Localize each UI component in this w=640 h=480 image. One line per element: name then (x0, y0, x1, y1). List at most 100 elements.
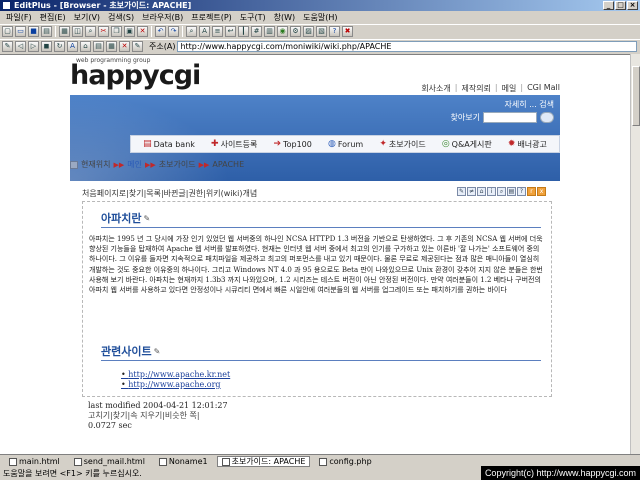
menu-file[interactable]: 파일(F) (2, 12, 36, 23)
xml-icon[interactable]: x (537, 187, 546, 196)
tab-main-html[interactable]: main.html (4, 456, 65, 467)
menu-view[interactable]: 보기(V) (70, 12, 104, 23)
delete-icon[interactable]: ✕ (137, 26, 148, 37)
menu-edit[interactable]: 편집(E) (36, 12, 70, 23)
location-icon (70, 160, 78, 169)
banner-tools[interactable]: 자세히 ... 검색 (504, 99, 554, 110)
site-logo[interactable]: happycgi (70, 61, 201, 91)
cut-icon[interactable]: ✂ (98, 26, 109, 37)
scrollbar-thumb[interactable] (632, 66, 640, 126)
edit-section-icon[interactable]: ✎ (154, 347, 161, 356)
breadcrumb-home[interactable]: 메인 (127, 159, 142, 170)
nav-forum[interactable]: ◍ Forum (328, 139, 363, 149)
tab-noname1[interactable]: Noname1 (154, 456, 213, 467)
window-titlebar[interactable]: EditPlus - [Browser - 초보가이드: APACHE] _ □… (0, 0, 640, 11)
edit-icon[interactable]: ✎ (457, 187, 466, 196)
paste-icon[interactable]: ▣ (124, 26, 135, 37)
vertical-scrollbar[interactable] (630, 54, 640, 454)
nav-top100[interactable]: ➔ Top100 (274, 139, 312, 149)
tab-config-php[interactable]: config.php (314, 456, 376, 467)
breadcrumb-section[interactable]: 초보가이드 (159, 159, 196, 170)
edit-source-icon[interactable]: ✎ (132, 41, 143, 52)
back-icon[interactable]: ◁ (15, 41, 26, 52)
breadcrumb-arrow-icon: ▶▶ (144, 160, 156, 169)
indent-icon[interactable]: ≡ (212, 26, 223, 37)
address-input[interactable] (177, 41, 638, 52)
menu-window[interactable]: 창(W) (270, 12, 300, 23)
toplink-mail[interactable]: 메일 (502, 83, 517, 94)
close-browser-icon[interactable]: ✕ (119, 41, 130, 52)
stop-icon[interactable]: ✖ (342, 26, 353, 37)
minimize-button[interactable]: _ (603, 1, 614, 10)
refresh-icon[interactable]: ↻ (54, 41, 65, 52)
nav-site-register[interactable]: ✚ 사이트등록 (211, 139, 257, 150)
home-icon[interactable]: ⌂ (80, 41, 91, 52)
window-cascade-icon[interactable]: ▧ (316, 26, 327, 37)
line-number-icon[interactable]: # (251, 26, 262, 37)
nav-guide[interactable]: ✦ 초보가이드 (379, 139, 425, 150)
home-icon[interactable]: ⌂ (477, 187, 486, 196)
rss-icon[interactable]: r (527, 187, 536, 196)
nav-data-bank[interactable]: ▤ Data bank (143, 139, 195, 149)
search-icon[interactable]: ⌕ (497, 187, 506, 196)
font-icon[interactable]: A (199, 26, 210, 37)
browser-view-icon[interactable]: ◉ (277, 26, 288, 37)
find-replace-icon[interactable]: ⌕ (186, 26, 197, 37)
find-icon[interactable]: ⌕ (85, 26, 96, 37)
page-actions[interactable]: 고치기|찾기|속 지우기|비슷한 쪽| (88, 411, 228, 421)
toplink-cgimall[interactable]: CGI Mall (527, 83, 560, 94)
nav-label: 초보가이드 (388, 139, 426, 149)
tab-label: 초보가이드: APACHE (231, 457, 306, 466)
wiki-nav-links[interactable]: 처음페이지로|찾기|목록|바뀐글|권한|위키(wiki)개념 (82, 188, 257, 199)
pencil-icon[interactable]: ✎ (2, 41, 13, 52)
stop-load-icon[interactable]: ◼ (41, 41, 52, 52)
help-icon[interactable]: ? (329, 26, 340, 37)
related-link[interactable]: http://www.apache.kr.net (121, 370, 230, 380)
nav-qna[interactable]: ◎ Q&A게시판 (442, 139, 492, 150)
search-button[interactable] (540, 112, 554, 123)
open-folder-icon[interactable]: ▭ (15, 26, 26, 37)
search-input[interactable] (483, 112, 537, 123)
menu-search[interactable]: 검색(S) (104, 12, 138, 23)
maximize-button[interactable]: □ (615, 1, 626, 10)
save-all-icon[interactable]: ▤ (41, 26, 52, 37)
menu-browser[interactable]: 브라우저(B) (138, 12, 187, 23)
window-title: EditPlus - [Browser - 초보가이드: APACHE] (14, 1, 192, 10)
toplink-about[interactable]: 회사소개 (421, 83, 450, 94)
print-icon[interactable]: ▦ (59, 26, 70, 37)
heading-rule (101, 227, 541, 228)
window-tile-icon[interactable]: ▨ (303, 26, 314, 37)
print-preview-icon[interactable]: ◫ (72, 26, 83, 37)
save-icon[interactable]: ■ (28, 26, 39, 37)
elapsed-time: 0.0727 sec (88, 421, 132, 430)
forward-icon[interactable]: ▷ (28, 41, 39, 52)
properties-icon[interactable]: ▦ (106, 41, 117, 52)
menu-project[interactable]: 프로젝트(P) (187, 12, 236, 23)
nav-banner-ad[interactable]: ✹ 배너광고 (508, 139, 547, 150)
edit-section-icon[interactable]: ✎ (143, 214, 150, 223)
settings-icon[interactable]: ⚙ (290, 26, 301, 37)
site-search: 찾아보기 (451, 112, 554, 123)
ruler-icon[interactable]: ┃ (238, 26, 249, 37)
tab-browser-apache[interactable]: 초보가이드: APACHE (216, 456, 311, 467)
page-icon[interactable]: ▤ (93, 41, 104, 52)
copy-icon[interactable]: ❐ (111, 26, 122, 37)
close-button[interactable]: × (627, 1, 638, 10)
font-size-icon[interactable]: A (67, 41, 78, 52)
menu-help[interactable]: 도움말(H) (299, 12, 341, 23)
tab-send-mail-html[interactable]: send_mail.html (69, 456, 150, 467)
column-icon[interactable]: ▥ (264, 26, 275, 37)
toplink-request[interactable]: 제작의뢰 (461, 83, 490, 94)
menu-tools[interactable]: 도구(T) (236, 12, 270, 23)
new-file-icon[interactable]: ▢ (2, 26, 13, 37)
undo-icon[interactable]: ↶ (155, 26, 166, 37)
diff-icon[interactable]: ≠ (467, 187, 476, 196)
info-icon[interactable]: i (487, 187, 496, 196)
toolbar-separator (182, 26, 183, 37)
print-icon[interactable]: ▤ (507, 187, 516, 196)
redo-icon[interactable]: ↷ (168, 26, 179, 37)
question-icon: ◎ (441, 139, 450, 149)
help-icon[interactable]: ? (517, 187, 526, 196)
related-link[interactable]: http://www.apache.org (121, 380, 230, 390)
wordwrap-icon[interactable]: ↩ (225, 26, 236, 37)
